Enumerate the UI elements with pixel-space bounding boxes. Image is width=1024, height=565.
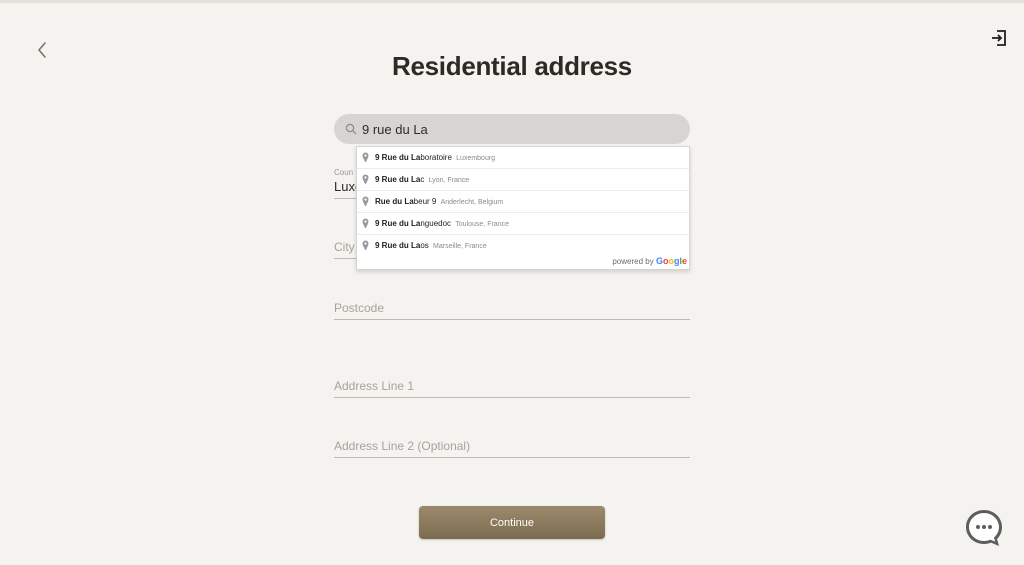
suggestion-rest: boratoire — [420, 153, 452, 162]
address-search-box[interactable] — [334, 114, 690, 144]
map-pin-icon — [362, 174, 369, 185]
map-pin-icon — [362, 218, 369, 229]
map-pin-icon — [362, 240, 369, 251]
suggestion-match: 9 Rue du La — [375, 175, 421, 184]
suggestion-item[interactable]: Rue du Labeur 9 Anderlecht, Belgium — [357, 191, 689, 213]
logout-icon — [992, 30, 1006, 46]
chat-bubble-icon — [966, 510, 1002, 546]
map-pin-icon — [362, 196, 369, 207]
country-label: Coun — [334, 168, 354, 177]
suggestion-item[interactable]: 9 Rue du Laboratoire Luxembourg — [357, 147, 689, 169]
page-title: Residential address — [392, 51, 632, 81]
suggestion-secondary: Luxembourg — [456, 155, 496, 162]
suggestion-match: 9 Rue du La — [375, 241, 421, 250]
suggestion-item[interactable]: 9 Rue du Laos Marseille, France — [357, 235, 689, 257]
suggestion-secondary: Anderlecht, Belgium — [440, 199, 504, 206]
suggestion-rest: c — [420, 175, 425, 184]
address-line-2-placeholder: Address Line 2 (Optional) — [334, 439, 471, 453]
search-icon — [345, 123, 357, 135]
powered-by-google: powered by Google — [612, 255, 687, 267]
powered-by-text: powered by — [612, 257, 654, 266]
city-placeholder: City — [334, 240, 355, 254]
map-pin-icon — [362, 152, 369, 163]
autocomplete-dropdown: 9 Rue du Laboratoire Luxembourg 9 Rue du… — [356, 146, 690, 270]
suggestion-match: 9 Rue du La — [375, 153, 421, 162]
address-search-input[interactable] — [362, 114, 682, 144]
suggestion-match: 9 Rue du La — [375, 219, 421, 228]
postcode-field[interactable]: Postcode — [334, 299, 690, 320]
suggestion-rest: beur 9 — [413, 197, 437, 206]
suggestion-secondary: Marseille, France — [433, 243, 487, 250]
chat-button[interactable] — [964, 508, 1004, 548]
suggestion-item[interactable]: 9 Rue du Languedoc Toulouse, France — [357, 213, 689, 235]
suggestion-item[interactable]: 9 Rue du Lac Lyon, France — [357, 169, 689, 191]
suggestion-rest: os — [420, 241, 429, 250]
postcode-placeholder: Postcode — [334, 301, 385, 315]
google-logo: Google — [655, 256, 687, 266]
logout-button[interactable] — [988, 27, 1010, 49]
address-line-1-field[interactable]: Address Line 1 — [334, 377, 690, 398]
address-line-2-field[interactable]: Address Line 2 (Optional) — [334, 437, 690, 458]
suggestion-match: Rue du La — [375, 197, 414, 206]
address-line-1-placeholder: Address Line 1 — [334, 379, 415, 393]
suggestion-rest: nguedoc — [420, 219, 452, 228]
suggestion-secondary: Toulouse, France — [455, 221, 509, 228]
continue-button[interactable]: Continue — [419, 506, 605, 539]
suggestion-secondary: Lyon, France — [428, 177, 470, 184]
